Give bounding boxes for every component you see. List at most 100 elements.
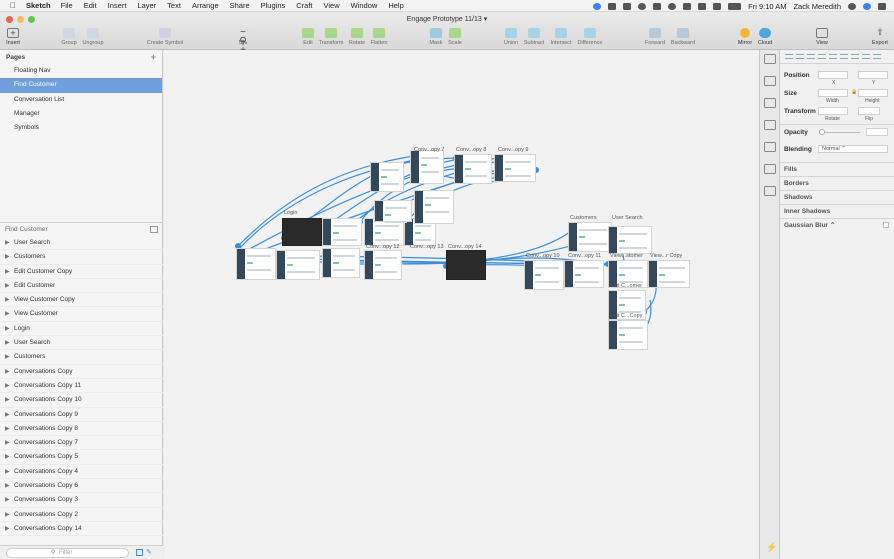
layer-row[interactable]: ▶ View Customer Copy: [0, 293, 163, 308]
disclosure-triangle-icon[interactable]: ▶: [5, 393, 10, 407]
menu-edit[interactable]: Edit: [84, 1, 97, 10]
menu-craft[interactable]: Craft: [296, 1, 312, 10]
layer-row[interactable]: ▶ Conversations Copy 14: [0, 522, 163, 537]
blending-select[interactable]: Normal ⌃: [818, 145, 888, 153]
disclosure-triangle-icon[interactable]: ▶: [5, 265, 10, 279]
layer-row[interactable]: ▶ Edit Customer Copy: [0, 265, 163, 279]
page-item[interactable]: Conversation List: [0, 93, 162, 107]
artboard[interactable]: [374, 200, 412, 223]
notification-center-icon[interactable]: [878, 2, 886, 10]
gaussian-blur-section[interactable]: Gaussian Blur ⌃: [780, 218, 894, 232]
align-middle-icon[interactable]: [829, 54, 837, 59]
align-center-icon[interactable]: [796, 54, 804, 59]
collapse-layers-icon[interactable]: [150, 226, 158, 233]
artboard-label[interactable]: View...stomer: [610, 253, 643, 259]
artboard[interactable]: [524, 260, 564, 290]
menu-layer[interactable]: Layer: [137, 1, 156, 10]
width-field[interactable]: [818, 89, 848, 97]
artboard[interactable]: [454, 154, 492, 184]
disclosure-triangle-icon[interactable]: ▶: [5, 350, 10, 364]
insert-button[interactable]: + Insert: [0, 28, 30, 46]
backward-button[interactable]: Backward: [666, 28, 700, 46]
artboard-label[interactable]: Customers: [570, 215, 597, 221]
disclosure-triangle-icon[interactable]: ▶: [5, 450, 10, 464]
page-item[interactable]: Symbols: [0, 121, 162, 135]
ungroup-button[interactable]: Ungroup: [76, 28, 110, 46]
artboard[interactable]: [410, 150, 444, 184]
x-field[interactable]: [818, 71, 848, 79]
align-bottom-icon[interactable]: [840, 54, 848, 59]
document-title[interactable]: Engage Prototype 11/13 ▾: [0, 15, 894, 23]
page-item[interactable]: Floating Nav: [0, 64, 162, 78]
tray-status-icon[interactable]: [593, 2, 602, 10]
apple-menu-icon[interactable]: : [10, 1, 16, 10]
lock-ratio-icon[interactable]: 🔒: [851, 89, 857, 95]
artboard-tab-icon[interactable]: [763, 54, 776, 64]
gaussian-blur-checkbox[interactable]: [883, 222, 889, 228]
battery-icon[interactable]: [728, 2, 742, 10]
symbol-tab-icon[interactable]: [763, 120, 776, 130]
filter-input[interactable]: ⚲ Filter: [6, 548, 129, 558]
disclosure-triangle-icon[interactable]: ▶: [5, 508, 10, 522]
disclosure-triangle-icon[interactable]: ▶: [5, 436, 10, 450]
component-tab-icon[interactable]: [763, 142, 776, 152]
disclosure-triangle-icon[interactable]: ▶: [5, 365, 10, 379]
edit-filter-icon[interactable]: ✎: [146, 548, 152, 556]
zoom-control[interactable]: − ⚲ +5%: [226, 28, 260, 56]
layer-row[interactable]: ▶ Login: [0, 322, 163, 337]
resize-tab-icon[interactable]: [763, 164, 776, 174]
layer-row[interactable]: ▶ Customers: [0, 250, 163, 265]
artboard-label[interactable]: Conv...opy 7: [414, 147, 444, 153]
layer-row[interactable]: ▶ Conversations Copy 5: [0, 450, 163, 465]
menu-insert[interactable]: Insert: [108, 1, 127, 10]
distribute-horizontal-icon[interactable]: [851, 54, 859, 59]
add-page-icon[interactable]: +: [151, 52, 156, 62]
artboard[interactable]: [236, 248, 276, 280]
user-name[interactable]: Zack Meredith: [793, 2, 841, 11]
artboard-label[interactable]: Conv...opy 12: [366, 244, 400, 250]
tray-dropbox-icon[interactable]: [653, 2, 662, 10]
layer-row[interactable]: ▶ View Customer: [0, 307, 163, 322]
artboard[interactable]: [414, 190, 454, 224]
image-tab-icon[interactable]: [763, 186, 776, 196]
disclosure-triangle-icon[interactable]: ▶: [5, 336, 10, 350]
siri-icon[interactable]: [863, 2, 871, 10]
tray-app-icon[interactable]: [608, 2, 617, 10]
inner-shadows-section[interactable]: Inner Shadows: [780, 204, 894, 218]
layer-row[interactable]: ▶ Conversations Copy 8: [0, 422, 163, 437]
difference-button[interactable]: Difference: [573, 28, 607, 46]
artboard-label[interactable]: Login: [284, 210, 297, 216]
artboard[interactable]: [446, 250, 486, 280]
artboard-label[interactable]: Conv...opy 9: [498, 147, 528, 153]
opacity-field[interactable]: [866, 128, 888, 136]
tray-volume-icon[interactable]: [713, 2, 722, 10]
canvas[interactable]: Login Conv...opy 7 Conv...opy 8 Conv...opy …: [164, 50, 759, 559]
menu-window[interactable]: Window: [351, 1, 378, 10]
artboard[interactable]: [608, 226, 652, 254]
distribute-vertical-icon[interactable]: [862, 54, 870, 59]
height-field[interactable]: [858, 89, 888, 97]
disclosure-triangle-icon[interactable]: ▶: [5, 279, 10, 293]
tray-info-icon[interactable]: [638, 2, 647, 10]
app-menu[interactable]: Sketch: [26, 1, 51, 10]
artboard-label[interactable]: View...r Copy: [650, 253, 682, 259]
menu-help[interactable]: Help: [388, 1, 403, 10]
artboard-label[interactable]: Conv...opy 14: [448, 244, 482, 250]
layer-row[interactable]: ▶ Conversations Copy 9: [0, 408, 163, 422]
spotlight-icon[interactable]: [848, 2, 856, 10]
layer-style-tab-icon[interactable]: [763, 98, 776, 108]
opacity-slider[interactable]: [820, 132, 860, 133]
shadows-section[interactable]: Shadows: [780, 190, 894, 204]
layer-row[interactable]: ▶ User Search: [0, 236, 163, 251]
borders-section[interactable]: Borders: [780, 176, 894, 190]
menu-file[interactable]: File: [61, 1, 73, 10]
lightning-icon[interactable]: ⚡: [766, 542, 777, 553]
layer-row[interactable]: ▶ Conversations Copy 3: [0, 493, 163, 508]
layer-row[interactable]: ▶ Customers: [0, 350, 163, 365]
artboard-label[interactable]: User Search: [612, 215, 643, 221]
disclosure-triangle-icon[interactable]: ▶: [5, 250, 10, 264]
tray-sync-icon[interactable]: [668, 2, 677, 10]
artboard[interactable]: [322, 248, 360, 278]
scale-button[interactable]: Scale: [438, 28, 472, 46]
artboard[interactable]: [494, 154, 536, 182]
